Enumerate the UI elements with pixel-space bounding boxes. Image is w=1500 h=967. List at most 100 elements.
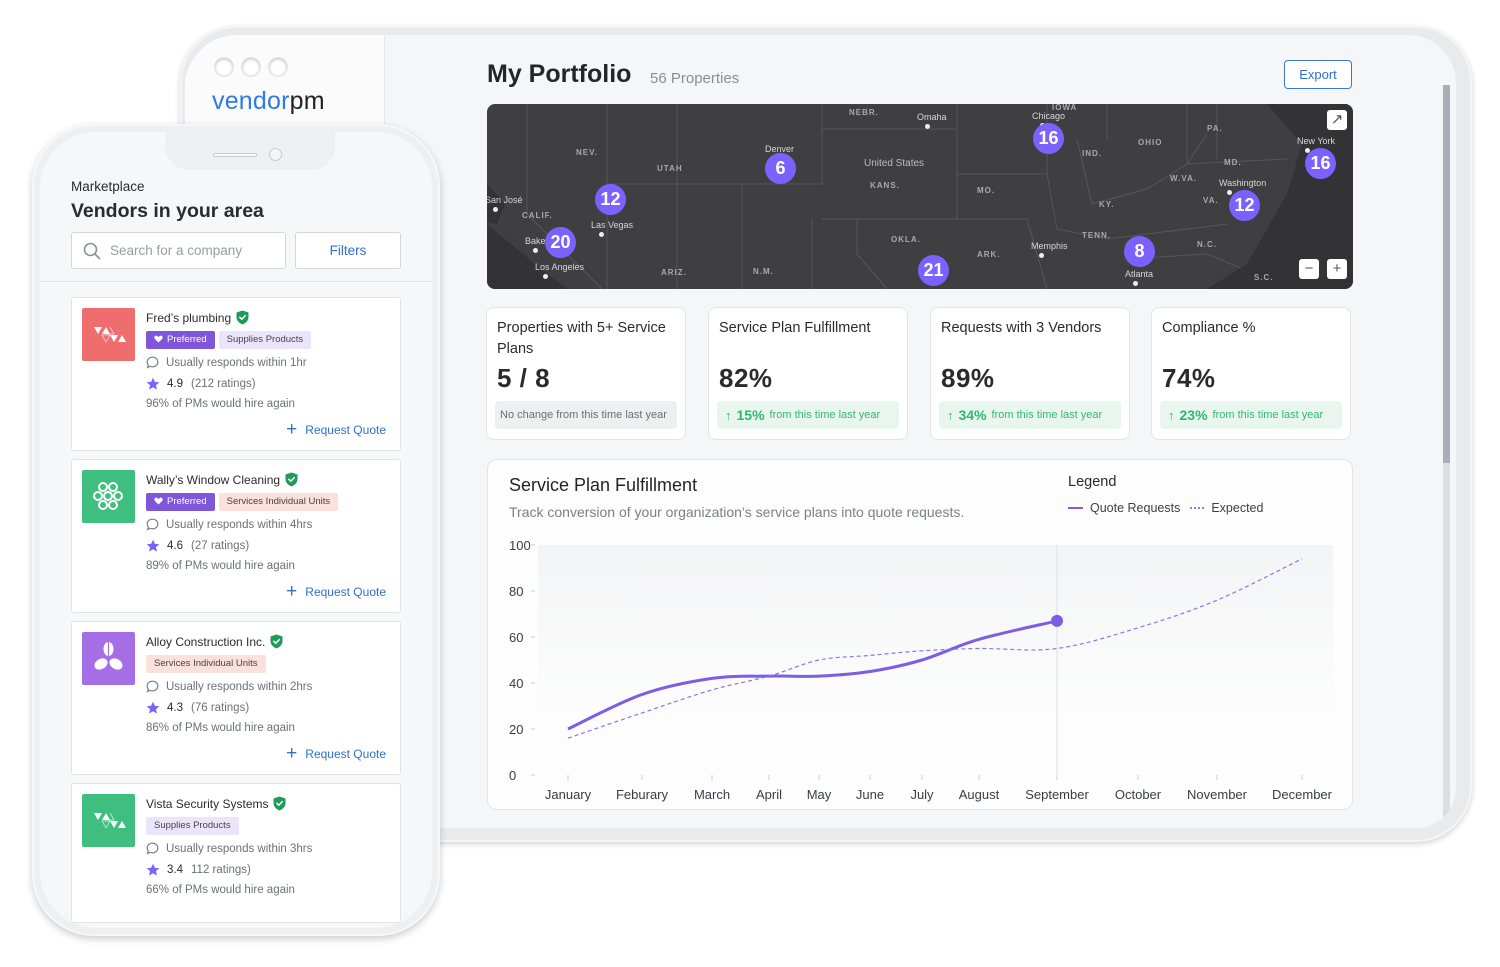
map-state-label: UTAH — [657, 164, 683, 173]
highlight-data-point — [1051, 614, 1063, 627]
delta-percent: 23% — [1179, 407, 1208, 423]
stat-delta: ↑ 15% from this time last year — [717, 401, 899, 429]
heart-icon — [154, 496, 167, 507]
city-marker-icon — [493, 207, 498, 212]
map-state-label: OKLA. — [891, 235, 921, 244]
map-cluster-marker[interactable]: 8 — [1124, 236, 1155, 267]
map-city-label: Atlanta — [1125, 269, 1154, 279]
star-icon — [146, 863, 160, 877]
vendor-name-text: Wally’s Window Cleaning — [146, 473, 281, 487]
map-state-label: KY. — [1099, 200, 1115, 209]
vendorpm-logo[interactable]: vendorpm — [212, 87, 325, 116]
hire-again-rate: 86% of PMs would hire again — [146, 722, 295, 734]
request-quote-button[interactable]: + Request Quote — [286, 743, 386, 764]
map-state-label: ARK. — [977, 250, 1001, 259]
map-state-label: ARIZ. — [661, 268, 687, 277]
map-cluster-marker[interactable]: 12 — [1229, 190, 1260, 221]
fulfillment-chart-card: 0 20 40 60 80 100 January Feburary March April May… — [487, 459, 1353, 810]
plus-icon: + — [286, 419, 298, 440]
stat-title: Requests with 3 Vendors — [941, 320, 1102, 336]
zoom-in-button[interactable]: + — [1327, 259, 1347, 279]
tag-label: Supplies Products — [226, 334, 304, 345]
verified-shield-icon — [285, 472, 298, 490]
map-city-label: Los Angeles — [535, 262, 585, 272]
export-button[interactable]: Export — [1284, 60, 1352, 89]
tag-label: Services Individual Units — [154, 658, 258, 669]
map-city-label: Chicago — [1032, 111, 1066, 121]
map-cluster-marker[interactable]: 16 — [1305, 148, 1336, 179]
vendor-name[interactable]: Vista Security Systems — [146, 796, 286, 814]
vendor-card[interactable]: Vista Security Systems Supplies Products U… — [71, 783, 401, 923]
map-cluster-marker[interactable]: 20 — [545, 227, 576, 258]
tag-supplies: Supplies Products — [146, 817, 239, 835]
arrow-up-icon: ↑ — [947, 407, 954, 423]
plus-icon: + — [286, 581, 298, 602]
request-quote-button[interactable]: + Request Quote — [286, 419, 386, 440]
plus-icon: + — [1332, 260, 1342, 277]
portfolio-map[interactable]: NEBR. NEV. UTAH KANS. CALIF. OKLA. ARIZ. N.M. IO… — [487, 104, 1353, 289]
heart-icon — [154, 334, 167, 345]
stat-value: 5 / 8 — [497, 363, 551, 393]
map-cluster-marker[interactable]: 6 — [765, 153, 796, 184]
map-city-label: Omaha — [917, 112, 947, 122]
y-tick-label: 20 — [509, 722, 523, 737]
city-marker-icon — [1039, 253, 1044, 258]
vendor-card[interactable]: Fred’s plumbing Preferred Supplies Product… — [71, 297, 401, 451]
stat-title: Compliance % — [1162, 320, 1256, 336]
window-dot-maximize[interactable] — [269, 58, 287, 76]
map-cluster-marker[interactable]: 21 — [918, 255, 949, 286]
map-state-label: MD. — [1224, 158, 1242, 167]
logo-prefix: vendor — [212, 87, 290, 115]
section-label: Marketplace — [71, 179, 145, 194]
minus-icon: − — [1304, 260, 1314, 277]
scrollbar-thumb[interactable] — [1443, 85, 1450, 463]
chart-title: Service Plan Fulfillment — [509, 475, 698, 495]
search-box[interactable] — [71, 232, 286, 269]
filters-button[interactable]: Filters — [295, 232, 401, 269]
hire-again-rate: 96% of PMs would hire again — [146, 398, 295, 410]
x-tick-label: June — [856, 787, 884, 802]
vendor-name[interactable]: Alloy Construction Inc. — [146, 634, 283, 652]
vendor-card[interactable]: Wally’s Window Cleaning Preferred Services… — [71, 459, 401, 613]
x-tick-label: November — [1187, 787, 1248, 802]
stat-card-service-plans: Properties with 5+ Service Plans 5 / 8 N… — [486, 307, 686, 440]
request-quote-label: Request Quote — [305, 747, 386, 761]
tag-label: Supplies Products — [154, 820, 231, 831]
request-quote-label: Request Quote — [305, 585, 386, 599]
response-text: Usually responds within 1hr — [166, 356, 307, 369]
window-controls — [215, 58, 287, 76]
request-quote-button[interactable]: + Request Quote — [286, 581, 386, 602]
rating-value: 4.3 — [167, 702, 183, 714]
map-city-label: Las Vegas — [591, 220, 634, 230]
tag-supplies: Supplies Products — [218, 331, 312, 349]
zoom-out-button[interactable]: − — [1299, 259, 1319, 279]
scrollbar[interactable] — [1443, 85, 1450, 820]
map-state-label: MO. — [977, 186, 996, 195]
vendor-tags: Services Individual Units — [146, 655, 266, 673]
map-state-label: NEV. — [576, 148, 598, 157]
map-cluster-marker[interactable]: 16 — [1033, 123, 1064, 154]
vendor-name[interactable]: Fred’s plumbing — [146, 310, 249, 328]
vendor-tags: Supplies Products — [146, 817, 239, 835]
chat-bubble-icon — [146, 842, 159, 855]
map-state-label: NEBR. — [849, 108, 879, 117]
y-tick-label: 40 — [509, 676, 523, 691]
verified-shield-icon — [236, 310, 249, 328]
map-cluster-marker[interactable]: 12 — [595, 184, 626, 215]
star-icon — [146, 701, 160, 715]
legend-item-quote-requests: Quote Requests — [1090, 501, 1181, 515]
vendor-card[interactable]: Alloy Construction Inc. Services Individu… — [71, 621, 401, 775]
window-dot-minimize[interactable] — [242, 58, 260, 76]
response-time: Usually responds within 3hrs — [146, 842, 312, 855]
chart-legend: Quote Requests Expected — [1068, 501, 1263, 515]
search-input[interactable] — [110, 233, 280, 268]
map-country-label: United States — [864, 158, 925, 169]
stat-title: Properties with 5+ Service Plans — [497, 320, 666, 357]
vendor-name[interactable]: Wally’s Window Cleaning — [146, 472, 298, 490]
plus-icon: + — [286, 743, 298, 764]
fullscreen-button[interactable]: ↗ — [1327, 110, 1347, 130]
window-dot-close[interactable] — [215, 58, 233, 76]
x-tick-label: December — [1272, 787, 1333, 802]
rating: 4.9 (212 ratings) — [146, 377, 256, 391]
delta-text: from this time last year — [1212, 409, 1324, 421]
